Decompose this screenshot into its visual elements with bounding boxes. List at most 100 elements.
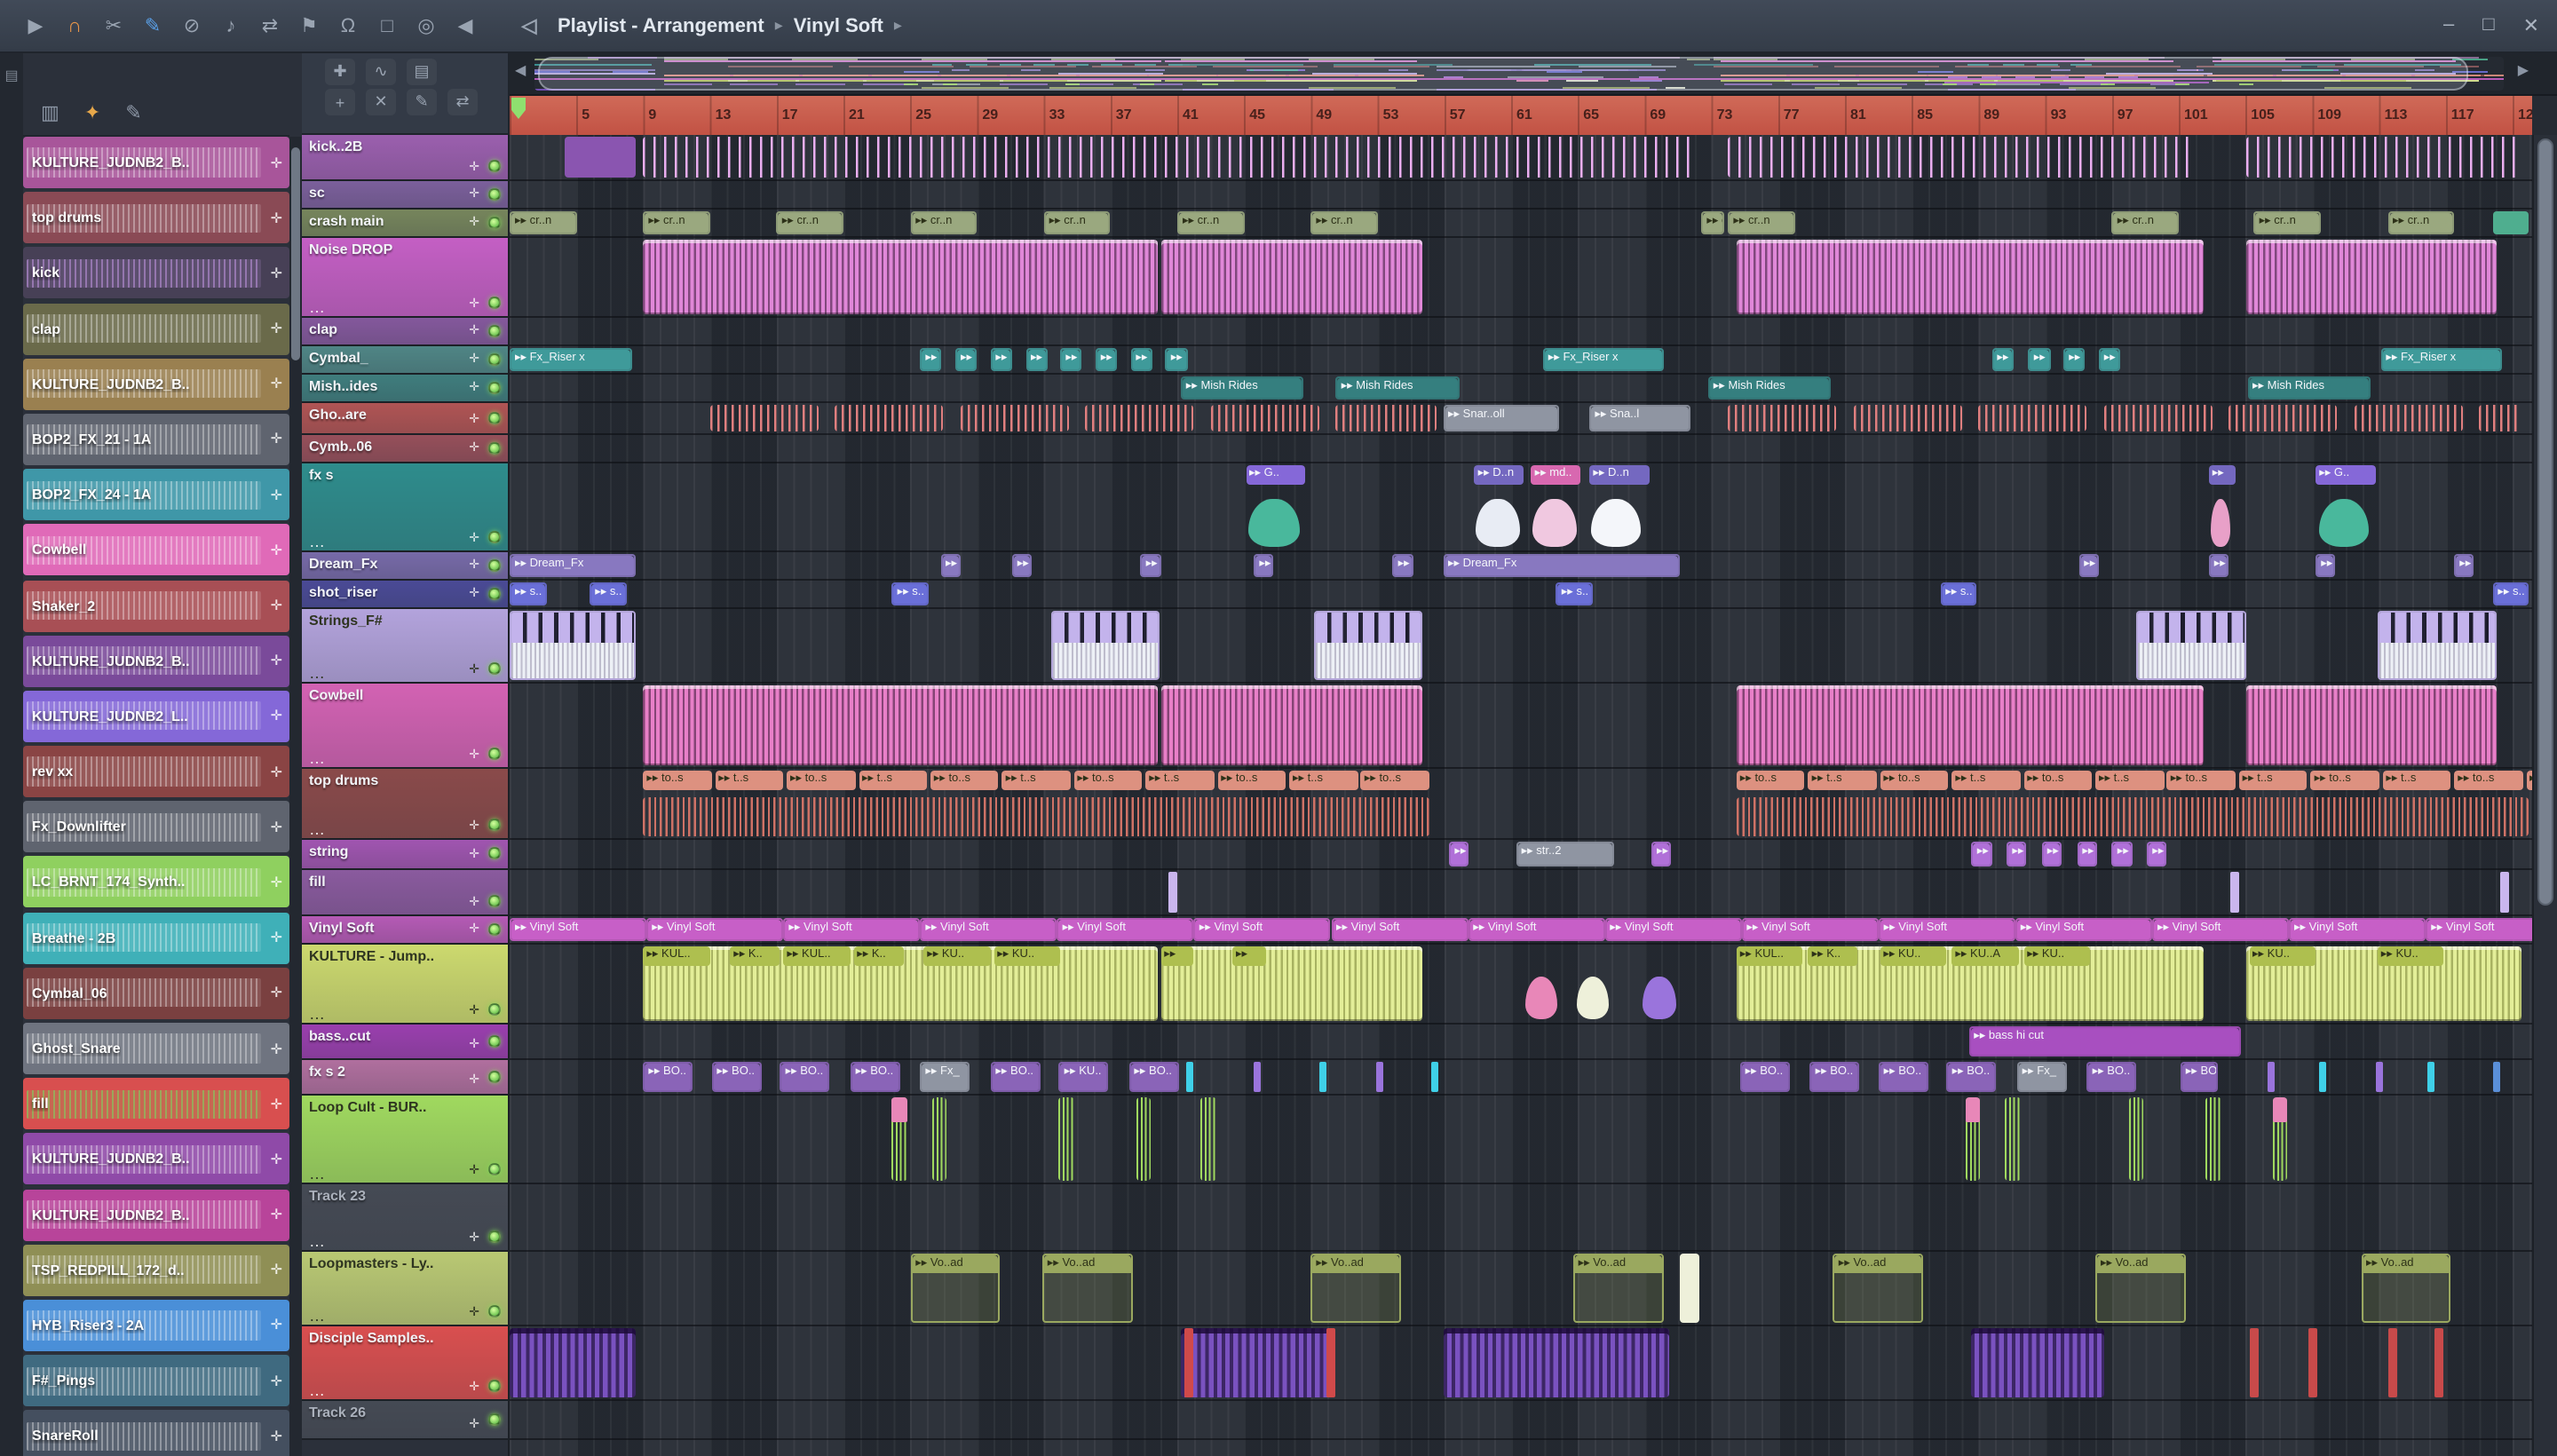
monitor-icon[interactable]: ◀ (447, 8, 483, 44)
clip-pattern[interactable]: ▸▸ Vinyl Soft (2426, 918, 2532, 941)
clip-pattern[interactable]: ▸▸ BO.. (1128, 1062, 1179, 1092)
clip-pattern[interactable]: ▸▸ (1232, 946, 1266, 966)
clip-pattern[interactable]: ▸▸ (920, 348, 942, 371)
maximize-button[interactable]: □ (2482, 14, 2494, 37)
clip-ticks[interactable] (960, 405, 1069, 431)
playlist-track-lane[interactable]: ▸▸ KUL.. ▸▸ K.. ▸▸ KUL.. ▸▸ K.. ▸▸ KU.. ▸▸ KU… (510, 945, 2532, 1025)
track-mute-led[interactable] (488, 558, 501, 571)
clip-pattern[interactable]: ▸▸ Vinyl Soft (783, 918, 921, 941)
clip-pattern[interactable]: ▸▸ (1025, 348, 1048, 371)
track-header[interactable]: crash main ✛ (302, 210, 508, 238)
clip-disc[interactable] (1180, 1328, 1336, 1397)
clip-thin[interactable] (1375, 1062, 1383, 1092)
track-mute-led[interactable] (488, 1230, 501, 1243)
clip-seg[interactable] (2135, 611, 2246, 680)
clip-pattern[interactable]: ▸▸ Vinyl Soft (2289, 918, 2426, 941)
clip-pattern[interactable]: ▸▸ s.. (1556, 582, 1594, 605)
browser-item[interactable]: kick ✛ (23, 247, 289, 299)
clip-pattern[interactable]: ▸▸ to..s (1360, 771, 1429, 790)
clip-spike[interactable] (931, 1097, 947, 1181)
clip-pattern[interactable]: ▸▸ Vinyl Soft (1741, 918, 1879, 941)
playhead-start-marker[interactable] (511, 98, 526, 119)
clip-pattern[interactable]: ▸▸ t..s (1001, 771, 1071, 790)
clip-pattern[interactable]: ▸▸ s.. (891, 582, 929, 605)
draw-tool-icon[interactable]: ✎ (407, 89, 437, 115)
clip-thin[interactable] (1318, 1062, 1326, 1092)
clip-ticks[interactable] (2228, 405, 2338, 431)
clip-pattern[interactable]: ▸▸ t..s (715, 771, 784, 790)
clip-ticks[interactable] (1853, 405, 1962, 431)
clip-spike[interactable] (891, 1097, 907, 1181)
track-header[interactable]: Cymb..06 ✛ (302, 435, 508, 463)
clip-blob[interactable] (1643, 976, 1677, 1019)
clip-pattern[interactable]: ▸▸ Fx_Riser x (2380, 348, 2503, 371)
magnet-icon[interactable]: Ω (330, 8, 366, 44)
clip-wave[interactable] (643, 240, 1158, 314)
clip-pattern[interactable]: ▸▸ Dream_Fx (510, 554, 635, 577)
track-header[interactable]: top drums … ✛ (302, 769, 508, 840)
clip-ticks[interactable] (1728, 137, 2196, 178)
track-mute-led[interactable] (488, 381, 501, 393)
clip-pattern[interactable]: ▸▸ Vinyl Soft (1468, 918, 1605, 941)
clip-pattern[interactable]: ▸▸ BO.. (711, 1062, 762, 1092)
track-header[interactable]: string ✛ (302, 840, 508, 870)
clip-wave[interactable] (2245, 685, 2497, 765)
browser-item[interactable]: LC_BRNT_174_Synth.. ✛ (23, 856, 289, 908)
playlist-grid[interactable]: ▸▸ cr..n ▸▸ cr..n ▸▸ cr..n ▸▸ cr..n ▸▸ cr..n… (510, 135, 2532, 1456)
browser-item[interactable]: BOP2_FX_21 - 1A ✛ (23, 413, 289, 465)
browser-item[interactable]: KULTURE_JUDNB2_B.. ✛ (23, 1133, 289, 1185)
clip-pattern[interactable]: ▸▸ to..s (1736, 771, 1805, 790)
scroll-left-icon[interactable]: ◀ (515, 62, 526, 78)
clip-pattern[interactable]: ▸▸ Vinyl Soft (646, 918, 784, 941)
clip-pattern[interactable]: ▸▸ cr..n (1728, 211, 1795, 234)
clip-pattern[interactable]: ▸▸ BO.. (1878, 1062, 1928, 1092)
vertical-scrollbar[interactable] (2532, 135, 2557, 1456)
clip-pattern[interactable]: ▸▸ (2208, 554, 2229, 577)
clip-pattern[interactable]: ▸▸ (1011, 554, 1033, 577)
clip-pattern[interactable]: ▸▸ BO.. (850, 1062, 900, 1092)
clip-pattern[interactable]: ▸▸ (955, 348, 978, 371)
clip-pattern[interactable]: ▸▸ cr..n (910, 211, 978, 234)
clip-pattern[interactable]: ▸▸ (1449, 842, 1469, 866)
clip-pattern[interactable]: ▸▸ Mish Rides (1707, 376, 1832, 400)
clip-thin[interactable] (2427, 1062, 2435, 1092)
clip-pattern[interactable]: ▸▸ (1130, 348, 1152, 371)
scrollbar-thumb[interactable] (291, 147, 300, 360)
clip-blob[interactable] (1476, 499, 1520, 547)
clip-pattern[interactable]: ▸▸ to..s (1073, 771, 1143, 790)
clip-pattern[interactable]: ▸▸ D..n (1589, 465, 1650, 485)
minimize-button[interactable]: – (2443, 14, 2454, 37)
clip-ticks[interactable] (643, 797, 1429, 836)
clip-wave[interactable] (1160, 240, 1423, 314)
track-header[interactable]: Noise DROP … ✛ (302, 238, 508, 318)
playlist-track-lane[interactable] (510, 181, 2532, 210)
clip-ticks[interactable] (709, 405, 819, 431)
clip-pattern[interactable]: ▸▸ cr..n (510, 211, 577, 234)
clip-pattern[interactable]: ▸▸ K.. (730, 946, 780, 966)
browser-item[interactable]: fill ✛ (23, 1078, 289, 1130)
clip-pattern[interactable]: ▸▸ to..s (1880, 771, 1949, 790)
clip-blob[interactable] (1524, 976, 1558, 1019)
clip-thin[interactable] (2230, 872, 2240, 913)
clip-pattern[interactable]: ▸▸ BO.. (2086, 1062, 2137, 1092)
track-header[interactable]: bass..cut ✛ (302, 1025, 508, 1060)
clip-wave[interactable] (2245, 240, 2497, 314)
stamp-tool-icon[interactable]: ▤ (407, 59, 437, 85)
browser-item[interactable]: rev xx ✛ (23, 746, 289, 798)
clip-ticks[interactable] (2354, 405, 2463, 431)
clip-solid[interactable] (565, 137, 637, 178)
clip-pattern[interactable]: ▸▸ Dream_Fx (1443, 554, 1680, 577)
track-header[interactable]: clap ✛ (302, 318, 508, 346)
clip-pattern[interactable]: ▸▸ Mish Rides (1180, 376, 1304, 400)
clip-thin[interactable] (1185, 1062, 1193, 1092)
clip-pattern[interactable]: ▸▸ Vinyl Soft (1331, 918, 1468, 941)
clip-blob[interactable] (1591, 499, 1642, 547)
browser-item[interactable]: KULTURE_JUDNB2_B.. ✛ (23, 1189, 289, 1241)
clip-pattern[interactable]: ▸▸ (2028, 348, 2051, 371)
clip-thin[interactable] (2308, 1328, 2318, 1397)
browser-item[interactable]: clap ✛ (23, 303, 289, 355)
playlist-track-lane[interactable]: ▸▸ Snar..oll ▸▸ Sna..l (510, 403, 2532, 435)
clip-pattern[interactable]: ▸▸ s.. (510, 582, 547, 605)
playlist-track-lane[interactable] (510, 684, 2532, 769)
browser-item[interactable]: Breathe - 2B ✛ (23, 912, 289, 964)
